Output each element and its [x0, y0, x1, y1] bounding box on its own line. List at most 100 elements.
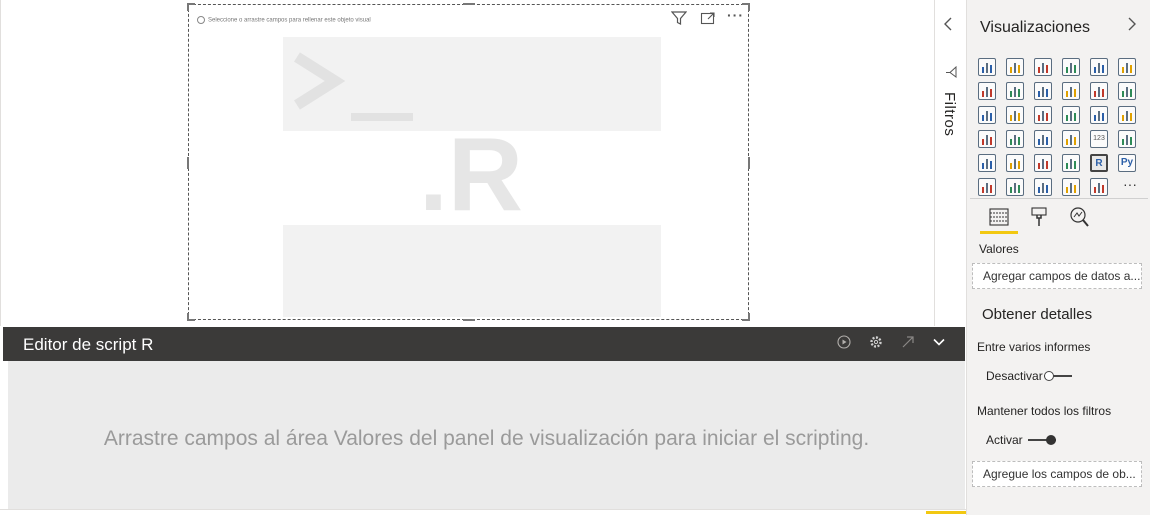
power-apps-glyph — [1091, 179, 1107, 195]
table-glyph — [1035, 155, 1051, 171]
drillthrough-drop-well[interactable]: Agregue los campos de ob... — [972, 461, 1142, 487]
cross-report-toggle-label: Desactivar — [986, 369, 1043, 383]
format-icon[interactable] — [1028, 206, 1050, 228]
stacked-bar-icon[interactable] — [978, 58, 996, 76]
keep-filters-label: Mantener todos los filtros — [977, 404, 1112, 418]
more-options-icon[interactable]: ··· — [727, 7, 744, 23]
funnel-glyph — [1007, 107, 1023, 123]
kpi-glyph — [979, 155, 995, 171]
line-clustered-column-icon[interactable] — [1090, 82, 1108, 100]
key-influencers-icon[interactable] — [978, 178, 996, 196]
smart-narrative-glyph — [1063, 179, 1079, 195]
values-well-label: Valores — [979, 242, 1019, 256]
fields-icon[interactable] — [988, 206, 1010, 228]
line-clustered-column-glyph — [1091, 83, 1107, 99]
resize-handle[interactable] — [187, 3, 189, 11]
resize-handle[interactable] — [463, 319, 475, 321]
filters-label[interactable]: Filtros — [941, 92, 958, 136]
card-icon[interactable]: 123 — [1090, 130, 1108, 148]
multi-row-card-icon[interactable] — [1118, 130, 1136, 148]
filled-map-glyph — [1007, 131, 1023, 147]
resize-handle[interactable] — [748, 3, 750, 11]
line-chart-glyph — [979, 83, 995, 99]
values-drop-well[interactable]: Agregar campos de datos a... — [972, 263, 1142, 289]
cross-report-label: Entre varios informes — [977, 340, 1091, 354]
power-apps-icon[interactable] — [1090, 178, 1108, 196]
stacked-area-icon[interactable] — [1034, 82, 1052, 100]
clustered-bar-glyph — [1035, 59, 1051, 75]
treemap-glyph — [1119, 107, 1135, 123]
script-editor-header: Editor de script R — [3, 327, 965, 361]
resize-handle[interactable] — [187, 157, 189, 169]
run-script-icon[interactable] — [837, 335, 851, 352]
100-stacked-bar-icon[interactable] — [1090, 58, 1108, 76]
more-visuals-icon[interactable]: ··· — [1123, 176, 1137, 192]
r-visual-glyph: R — [1095, 158, 1103, 169]
qa-glyph — [1035, 179, 1051, 195]
filled-map-icon[interactable] — [1006, 130, 1024, 148]
line-and-column-icon[interactable] — [1062, 82, 1080, 100]
cross-report-toggle[interactable] — [1044, 371, 1072, 381]
map-glyph — [979, 131, 995, 147]
filters-pane[interactable]: Filtros — [934, 0, 967, 326]
map-icon[interactable] — [978, 130, 996, 148]
area-chart-icon[interactable] — [1006, 82, 1024, 100]
resize-handle[interactable] — [187, 313, 189, 321]
slicer-icon[interactable] — [1006, 154, 1024, 172]
gauge-glyph — [1063, 131, 1079, 147]
report-canvas[interactable]: Seleccione o arrastre campos para rellen… — [0, 0, 935, 326]
qa-icon[interactable] — [1034, 178, 1052, 196]
smart-narrative-icon[interactable] — [1062, 178, 1080, 196]
clustered-bar-icon[interactable] — [1034, 58, 1052, 76]
line-chart-icon[interactable] — [978, 82, 996, 100]
resize-handle[interactable] — [748, 313, 750, 321]
visual-hint-text: Seleccione o arrastre campos para rellen… — [208, 17, 371, 24]
100-stacked-column-glyph — [1119, 59, 1135, 75]
resize-handle[interactable] — [748, 157, 750, 169]
matrix-icon[interactable] — [1062, 154, 1080, 172]
100-stacked-bar-glyph — [1091, 59, 1107, 75]
python-visual-icon[interactable]: Py — [1118, 154, 1136, 172]
gauge-icon[interactable] — [1062, 130, 1080, 148]
stacked-column-icon[interactable] — [1006, 58, 1024, 76]
shape-map-icon[interactable] — [1034, 130, 1052, 148]
kpi-icon[interactable] — [978, 154, 996, 172]
script-editor-title: Editor de script R — [23, 335, 154, 354]
visual-hint: Seleccione o arrastre campos para rellen… — [197, 16, 371, 24]
waterfall-icon[interactable] — [978, 106, 996, 124]
collapse-icon[interactable] — [932, 335, 946, 352]
focus-mode-icon[interactable] — [700, 10, 716, 29]
keep-filters-toggle-label: Activar — [986, 433, 1023, 447]
decomposition-tree-icon[interactable] — [1006, 178, 1024, 196]
keep-filters-toggle[interactable] — [1028, 435, 1056, 445]
drillthrough-title: Obtener detalles — [982, 306, 1093, 323]
scatter-glyph — [1035, 107, 1051, 123]
card-glyph: 123 — [1093, 135, 1105, 142]
analytics-icon[interactable] — [1068, 206, 1090, 228]
visualizations-title: Visualizaciones — [980, 19, 1090, 36]
resize-handle[interactable] — [463, 3, 475, 5]
chevron-right-icon[interactable] — [1127, 17, 1137, 36]
treemap-icon[interactable] — [1118, 106, 1136, 124]
key-influencers-glyph — [979, 179, 995, 195]
settings-icon[interactable] — [869, 335, 883, 352]
stacked-bar-glyph — [979, 59, 995, 75]
scatter-icon[interactable] — [1034, 106, 1052, 124]
clustered-column-icon[interactable] — [1062, 58, 1080, 76]
ribbon-chart-icon[interactable] — [1118, 82, 1136, 100]
donut-chart-icon[interactable] — [1090, 106, 1108, 124]
pie-chart-icon[interactable] — [1062, 106, 1080, 124]
100-stacked-column-icon[interactable] — [1118, 58, 1136, 76]
decomposition-tree-glyph — [1007, 179, 1023, 195]
r-script-visual[interactable]: Seleccione o arrastre campos para rellen… — [187, 3, 750, 321]
divider — [970, 198, 1148, 199]
r-visual-icon[interactable]: R — [1090, 154, 1108, 172]
expand-icon[interactable] — [901, 335, 915, 352]
matrix-glyph — [1063, 155, 1079, 171]
table-icon[interactable] — [1034, 154, 1052, 172]
script-editor-body[interactable]: Arrastre campos al área Valores del pane… — [8, 361, 965, 509]
chevron-left-icon[interactable] — [943, 17, 953, 36]
funnel-icon[interactable] — [1006, 106, 1024, 124]
line-and-column-glyph — [1063, 83, 1079, 99]
filter-icon[interactable] — [670, 10, 688, 29]
